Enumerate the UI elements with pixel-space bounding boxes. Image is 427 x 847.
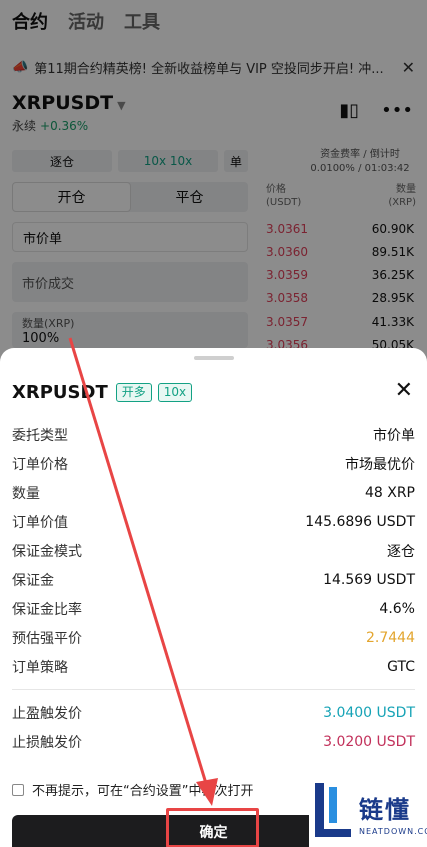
take-profit-row: 止盈触发价 3.0400 USDT xyxy=(12,698,415,727)
side-tag: 开多 xyxy=(115,383,152,402)
watermark-en: NEATDOWN.COM xyxy=(359,826,427,836)
dont-show-checkbox[interactable] xyxy=(12,783,24,796)
detail-row: 保证金模式 逐仓 xyxy=(12,536,415,565)
detail-label: 预估强平价 xyxy=(12,630,82,647)
detail-value: 市价单 xyxy=(373,427,415,444)
order-confirm-sheet: XRPUSDT 开多 10x ✕ 委托类型 市价单订单价格 市场最优价数量 48 XR… xyxy=(0,348,427,847)
dont-show-text: 不再提示，可在“合约设置”中再次打开 xyxy=(32,784,254,799)
neatdown-logo-icon xyxy=(315,782,353,843)
detail-value: 2.7444 xyxy=(366,629,415,646)
detail-label: 订单价格 xyxy=(12,456,68,473)
take-profit-label: 止盈触发价 xyxy=(12,705,82,722)
watermark-cn: 链懂 xyxy=(359,795,411,824)
order-details: 委托类型 市价单订单价格 市场最优价数量 48 XRP 订单价值 145.6896 USD… xyxy=(12,420,415,756)
stop-loss-label: 止损触发价 xyxy=(12,734,82,751)
take-profit-value: 3.0400 USDT xyxy=(323,704,415,721)
detail-row: 委托类型 市价单 xyxy=(12,420,415,449)
sheet-title: XRPUSDT xyxy=(12,382,108,403)
detail-row: 保证金 14.569 USDT xyxy=(12,565,415,594)
detail-value: GTC xyxy=(387,658,415,675)
watermark-text: 链懂 NEATDOWN.COM xyxy=(359,790,427,836)
confirm-label: 确定 xyxy=(199,825,228,841)
detail-label: 保证金比率 xyxy=(12,601,82,618)
detail-label: 订单策略 xyxy=(12,659,68,676)
detail-value: 145.6896 USDT xyxy=(305,513,415,530)
detail-row: 数量 48 XRP xyxy=(12,478,415,507)
detail-value: 14.569 USDT xyxy=(323,571,415,588)
sheet-handle[interactable] xyxy=(194,356,234,360)
stop-loss-value: 3.0200 USDT xyxy=(323,733,415,750)
detail-value: 逐仓 xyxy=(387,543,415,560)
detail-label: 订单价值 xyxy=(12,514,68,531)
watermark: 链懂 NEATDOWN.COM xyxy=(309,778,427,847)
dont-show-again[interactable]: 不再提示，可在“合约设置”中再次打开 xyxy=(12,780,253,799)
detail-row: 订单价格 市场最优价 xyxy=(12,449,415,478)
stop-loss-row: 止损触发价 3.0200 USDT xyxy=(12,727,415,756)
detail-value: 4.6% xyxy=(379,600,415,617)
detail-value: 市场最优价 xyxy=(345,456,415,473)
detail-label: 数量 xyxy=(12,485,40,502)
leverage-tag: 10x xyxy=(157,383,193,402)
detail-row: 订单策略 GTC xyxy=(12,652,415,681)
detail-label: 保证金模式 xyxy=(12,543,82,560)
detail-label: 保证金 xyxy=(12,572,54,589)
close-icon[interactable]: ✕ xyxy=(395,378,413,403)
detail-row: 预估强平价 2.7444 xyxy=(12,623,415,652)
sheet-header: XRPUSDT 开多 10x xyxy=(12,382,193,403)
detail-label: 委托类型 xyxy=(12,427,68,444)
detail-value: 48 XRP xyxy=(364,484,415,501)
divider xyxy=(12,689,415,690)
detail-row: 订单价值 145.6896 USDT xyxy=(12,507,415,536)
detail-row: 保证金比率 4.6% xyxy=(12,594,415,623)
